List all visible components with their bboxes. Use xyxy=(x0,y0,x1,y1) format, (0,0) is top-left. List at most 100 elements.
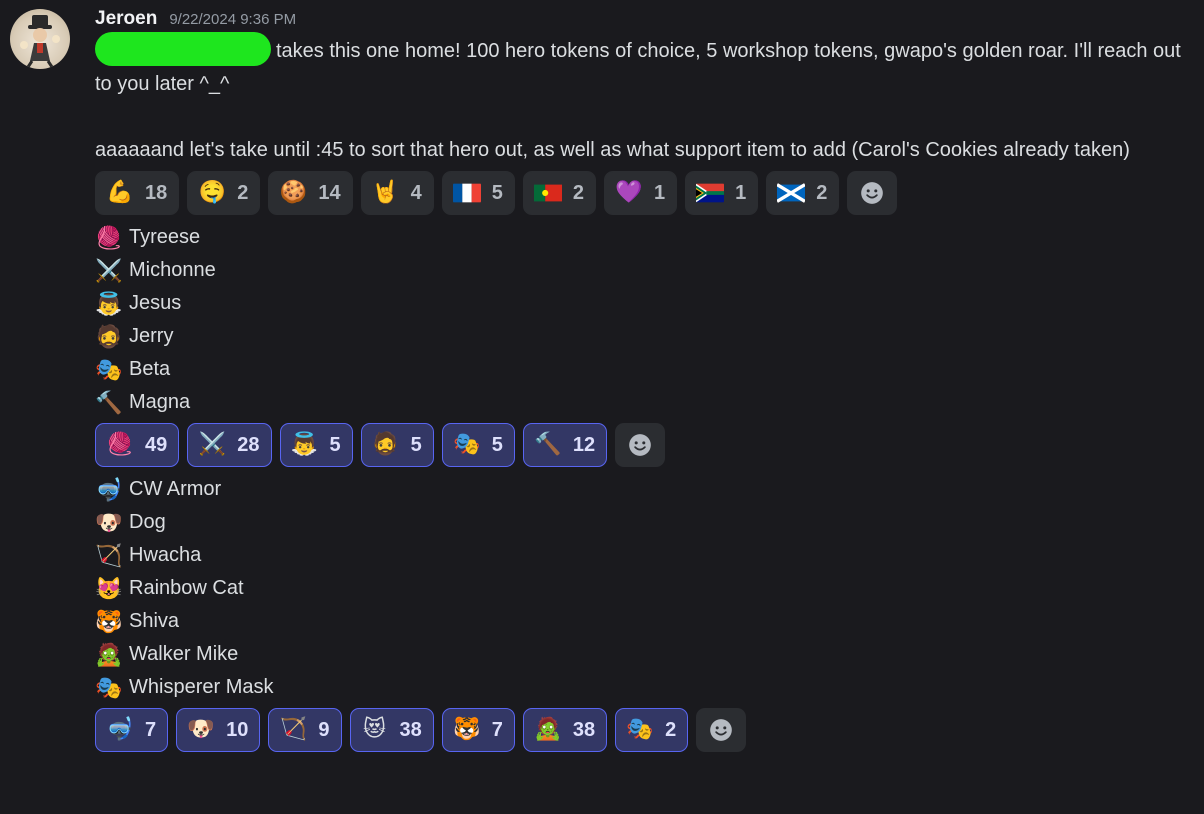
list-item-emoji-icon: 🐶 xyxy=(95,510,123,535)
purple-heart-icon: 💜 xyxy=(615,180,643,205)
reaction-button[interactable]: 🤤 2 xyxy=(187,171,261,215)
list-item-emoji-icon: 🤿 xyxy=(95,477,123,502)
reaction-button[interactable]: 🎭 5 xyxy=(441,423,515,467)
list-item: 🏹 Hwacha xyxy=(95,539,1200,572)
message-header: Jeroen 9/22/2024 9:36 PM xyxy=(95,8,1200,35)
smiley-icon xyxy=(629,434,651,456)
reaction-count: 4 xyxy=(410,181,422,204)
reaction-button[interactable]: 🤿 7 xyxy=(95,708,169,752)
message-text: takes this one home! 100 hero tokens of … xyxy=(95,31,1200,167)
tiger-face-icon: 🐯 xyxy=(453,717,481,742)
reaction-count: 49 xyxy=(145,433,168,456)
list-item-emoji-icon: 🏹 xyxy=(95,543,123,568)
reaction-count: 38 xyxy=(572,718,596,741)
reaction-button[interactable]: 🐯 7 xyxy=(441,708,515,752)
smiley-icon xyxy=(861,182,884,204)
reaction-button[interactable]: 2 xyxy=(522,171,596,215)
reaction-count: 2 xyxy=(572,181,584,204)
reaction-button[interactable]: 2 xyxy=(766,171,840,215)
reaction-button[interactable]: 🏹 9 xyxy=(268,708,342,752)
reaction-button[interactable]: 🐶 10 xyxy=(176,708,261,752)
reactions-row-1: 💪 18 🤤 2 🍪 14 🤘 4 5 2 💜 1 1 2 xyxy=(95,171,1200,215)
reaction-count: 5 xyxy=(329,433,341,456)
reaction-count: 5 xyxy=(410,433,422,456)
list-item: 🧔 Jerry xyxy=(95,320,1200,353)
list-item: 🧟 Walker Mike xyxy=(95,638,1200,671)
rock-hand-icon: 🤘 xyxy=(371,180,400,205)
list-item-emoji-icon: 🧶 xyxy=(95,225,123,250)
reaction-count: 28 xyxy=(237,433,260,456)
reaction-button[interactable]: 🧔 5 xyxy=(360,423,434,467)
list-item-label: Dog xyxy=(129,511,166,533)
reaction-count: 7 xyxy=(491,718,503,741)
reaction-count: 9 xyxy=(318,718,330,741)
reaction-button[interactable]: 🧟 38 xyxy=(522,708,608,752)
heroes-list: 🧶 Tyreese ⚔️ Michonne 👼 Jesus 🧔 Jerry 🎭 Beta 🔨 Magn… xyxy=(95,221,1200,419)
list-item-emoji-icon: 🐯 xyxy=(95,609,123,634)
flag-scotland-icon xyxy=(776,181,806,205)
bow-and-arrow-icon: 🏹 xyxy=(279,717,308,742)
list-item-label: Walker Mike xyxy=(129,643,239,665)
list-item-label: Beta xyxy=(129,358,171,380)
list-item-emoji-icon: 🎭 xyxy=(95,675,123,700)
reaction-count: 2 xyxy=(816,181,828,204)
reaction-count: 5 xyxy=(491,433,503,456)
list-item-emoji-icon: 😻 xyxy=(95,576,123,601)
reaction-button[interactable]: 💪 18 xyxy=(95,171,180,215)
hammer-icon: 🔨 xyxy=(534,432,562,457)
list-item: 🐶 Dog xyxy=(95,506,1200,539)
reaction-button[interactable]: 💜 1 xyxy=(604,171,678,215)
list-item-label: Hwacha xyxy=(129,544,202,566)
reaction-button[interactable]: 🎭 2 xyxy=(615,708,689,752)
username[interactable]: Jeroen xyxy=(95,8,157,30)
reaction-count: 38 xyxy=(399,718,422,741)
reactions-row-3: 🤿 7 🐶 10 🏹 9 😻 38 🐯 7 🧟 38 🎭 2 xyxy=(95,708,1200,752)
list-item-emoji-icon: 🧟 xyxy=(95,642,123,667)
flexed-biceps-icon: 💪 xyxy=(106,180,134,205)
diving-mask-icon: 🤿 xyxy=(106,717,134,742)
reaction-button[interactable]: 🧶 49 xyxy=(95,423,180,467)
zombie-icon: 🧟 xyxy=(534,717,562,742)
bearded-person-icon: 🧔 xyxy=(371,432,400,457)
smiley-icon xyxy=(710,719,733,741)
user-avatar[interactable] xyxy=(10,9,70,69)
performing-arts-icon: 🎭 xyxy=(453,432,481,457)
reaction-button[interactable]: ⚔️ 28 xyxy=(187,423,272,467)
list-item: 🎭 Beta xyxy=(95,353,1200,386)
reaction-button[interactable]: 🍪 14 xyxy=(268,171,353,215)
drooling-face-icon: 🤤 xyxy=(198,180,226,205)
add-reaction-button[interactable] xyxy=(847,171,898,215)
list-item: 🐯 Shiva xyxy=(95,605,1200,638)
reaction-button[interactable]: 🔨 12 xyxy=(522,423,608,467)
avatar-illustration-icon xyxy=(20,15,60,68)
reaction-count: 2 xyxy=(665,718,677,741)
reaction-count: 7 xyxy=(145,718,157,741)
reactions-row-2: 🧶 49 ⚔️ 28 👼 5 🧔 5 🎭 5 🔨 12 xyxy=(95,423,1200,467)
list-item-label: Rainbow Cat xyxy=(129,577,244,599)
reaction-button[interactable]: 1 xyxy=(685,171,759,215)
add-reaction-button[interactable] xyxy=(696,708,747,752)
list-item-label: Shiva xyxy=(129,610,180,632)
list-item: 🧶 Tyreese xyxy=(95,221,1200,254)
reaction-button[interactable]: 👼 5 xyxy=(279,423,353,467)
baby-angel-icon: 👼 xyxy=(290,432,319,457)
list-item-label: CW Armor xyxy=(129,478,222,500)
list-item-emoji-icon: ⚔️ xyxy=(95,258,123,283)
add-reaction-button[interactable] xyxy=(615,423,666,467)
redacted-mention xyxy=(95,31,271,66)
list-item: 🤿 CW Armor xyxy=(95,473,1200,506)
reaction-count: 1 xyxy=(735,181,747,204)
list-item-label: Jesus xyxy=(129,292,182,314)
list-item-emoji-icon: 🎭 xyxy=(95,357,123,382)
cookie-icon: 🍪 xyxy=(279,180,308,205)
list-item-emoji-icon: 🧔 xyxy=(95,324,123,349)
reaction-button[interactable]: 5 xyxy=(441,171,515,215)
reaction-button[interactable]: 🤘 4 xyxy=(360,171,434,215)
timestamp[interactable]: 9/22/2024 9:36 PM xyxy=(169,11,296,28)
flag-portugal-icon xyxy=(533,181,563,205)
list-item: 😻 Rainbow Cat xyxy=(95,572,1200,605)
crossed-swords-icon: ⚔️ xyxy=(198,432,226,457)
reaction-button[interactable]: 😻 38 xyxy=(349,708,434,752)
flag-south-africa-icon xyxy=(695,181,725,205)
reaction-count: 18 xyxy=(145,181,168,204)
